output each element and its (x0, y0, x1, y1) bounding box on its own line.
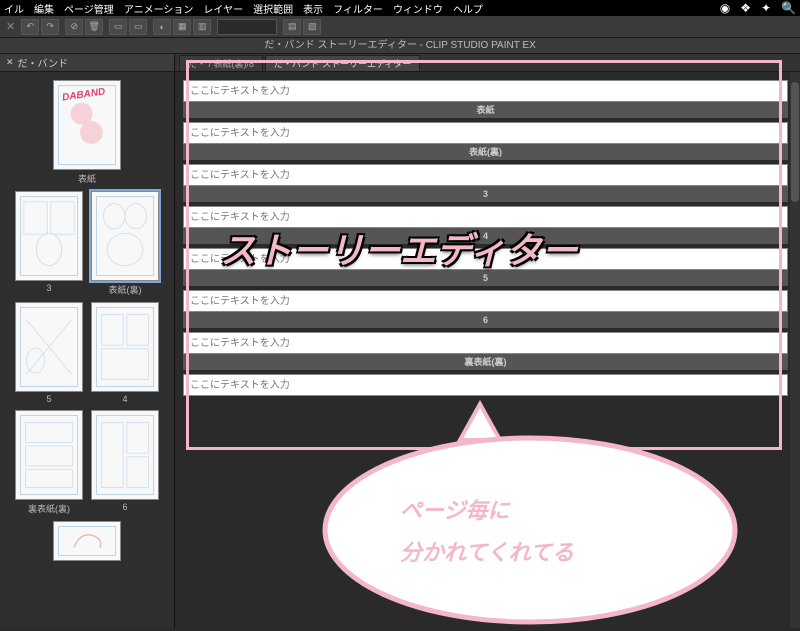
page-thumbnail[interactable]: DABAND 表紙 (52, 80, 122, 185)
story-text-input[interactable] (183, 248, 788, 270)
tool-button[interactable]: ▧ (303, 19, 321, 35)
menu-item[interactable]: 選択範囲 (253, 1, 293, 16)
menu-item[interactable]: ウィンドウ (393, 1, 443, 16)
scrollbar[interactable] (790, 72, 800, 628)
page-thumbnail[interactable]: 3 (14, 191, 84, 296)
story-text-input[interactable] (183, 122, 788, 144)
page-divider-label: 裏表紙(裏) (183, 354, 788, 370)
page-thumbnail[interactable]: 6 (90, 410, 160, 515)
tool-button[interactable]: ▭ (109, 19, 127, 35)
close-icon[interactable]: ✕ (6, 20, 15, 33)
page-thumbnail[interactable]: 表紙(裏) (90, 191, 160, 296)
page-divider-label: 5 (183, 270, 788, 286)
document-tabs: だ・ / 表紙(裏)/8 だ・バンド ストーリーエディター (175, 54, 800, 72)
toolbar: ✕ ↶ ↷ ⊘ 🗑 ▭ ▭ ◐ ▦ ▥ ▤ ▧ (0, 16, 800, 38)
menu-item[interactable]: 表示 (303, 1, 323, 16)
menu-item[interactable]: ヘルプ (453, 1, 483, 16)
story-text-input[interactable] (183, 80, 788, 102)
story-text-input[interactable] (183, 206, 788, 228)
page-divider-label: 表紙 (183, 102, 788, 118)
page-thumbnail[interactable]: 4 (90, 302, 160, 404)
cloud-icon[interactable]: ◉ (720, 1, 730, 15)
undo-button[interactable]: ↶ (21, 19, 39, 35)
sidebar-tab[interactable]: ✕ だ・バンド (0, 54, 174, 72)
search-icon[interactable]: 🔍 (781, 1, 796, 15)
clear-button[interactable]: ⊘ (65, 19, 83, 35)
menu-item[interactable]: アニメーション (124, 1, 194, 16)
story-text-input[interactable] (183, 290, 788, 312)
settings-icon[interactable]: ✦ (761, 1, 771, 15)
menu-item[interactable]: 編集 (34, 1, 54, 16)
document-tab[interactable]: だ・バンド ストーリーエディター (265, 55, 420, 71)
page-thumbnail[interactable]: 裏表紙(裏) (14, 410, 84, 515)
menu-item[interactable]: ページ管理 (64, 1, 114, 16)
sidebar-scroll[interactable]: DABAND 表紙 3 表紙(裏) 5 (0, 72, 174, 628)
trash-button[interactable]: 🗑 (85, 19, 103, 35)
menu-item[interactable]: レイヤー (203, 1, 243, 16)
window-title: だ・バンド ストーリーエディター - CLIP STUDIO PAINT EX (0, 38, 800, 54)
redo-button[interactable]: ↷ (41, 19, 59, 35)
page-divider-label: 4 (183, 228, 788, 244)
document-tab[interactable]: だ・ / 表紙(裏)/8 (179, 55, 263, 71)
page-divider-label: 3 (183, 186, 788, 202)
main-split: ✕ だ・バンド DABAND 表紙 3 (0, 54, 800, 628)
tool-button[interactable]: ▥ (193, 19, 211, 35)
story-text-input[interactable] (183, 374, 788, 396)
page-thumbnail[interactable]: 5 (14, 302, 84, 404)
story-text-input[interactable] (183, 332, 788, 354)
page-divider-label: 表紙(裏) (183, 144, 788, 160)
tool-button[interactable]: ◐ (153, 19, 171, 35)
sync-icon[interactable]: ❖ (740, 1, 751, 15)
story-text-input[interactable] (183, 164, 788, 186)
page-thumbnail[interactable] (52, 521, 122, 561)
close-icon[interactable]: ✕ (6, 57, 14, 68)
sidebar-tab-label: だ・バンド (18, 55, 69, 70)
story-editor: だ・ / 表紙(裏)/8 だ・バンド ストーリーエディター 表紙 表紙(裏) 3… (175, 54, 800, 628)
menubar: イル 編集 ページ管理 アニメーション レイヤー 選択範囲 表示 フィルター ウ… (0, 0, 800, 16)
page-divider-label: 6 (183, 312, 788, 328)
tool-button[interactable]: ▤ (283, 19, 301, 35)
tool-button[interactable]: ▦ (173, 19, 191, 35)
menu-item[interactable]: イル (4, 1, 24, 16)
page-manager-sidebar: ✕ だ・バンド DABAND 表紙 3 (0, 54, 175, 628)
menu-item[interactable]: フィルター (333, 1, 383, 16)
value-field[interactable] (217, 19, 277, 35)
tool-button[interactable]: ▭ (129, 19, 147, 35)
editor-body[interactable]: 表紙 表紙(裏) 3 4 5 6 (175, 72, 800, 628)
